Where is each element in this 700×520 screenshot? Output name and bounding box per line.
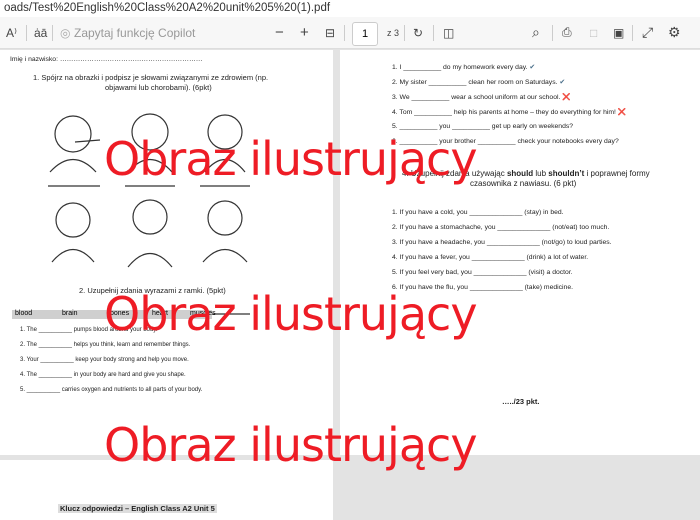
save-as-button[interactable]: ▣ [613, 26, 624, 40]
score-total: …../23 pkt. [502, 397, 540, 406]
read-aloud-button[interactable]: A⁾ [6, 26, 17, 40]
task4-item: 4. If you have a fever, you ____________… [392, 254, 589, 261]
name-line: Imię i nazwisko: ……………………………………………………… [10, 56, 203, 63]
zoom-out-button[interactable]: − [275, 24, 284, 41]
settings-button[interactable]: ⚙ [668, 24, 681, 41]
task3-item: 1. I __________ do my homework every day… [392, 64, 536, 71]
illustration-stomachache [127, 199, 173, 268]
watermark: Obraz ilustrujący [104, 287, 478, 341]
pdf-page-1-left: Imię i nazwisko: ……………………………………………………… 1… [0, 50, 333, 455]
illustration-fever [49, 115, 101, 173]
fullscreen-button[interactable]: ⤢ [642, 24, 653, 41]
word: blood [15, 310, 33, 317]
word: brain [62, 310, 78, 317]
copilot-icon: ◎ [60, 25, 71, 40]
cross-icon: ❌ [617, 109, 627, 116]
copilot-button[interactable]: Zapytaj funkcję Copilot [74, 26, 195, 40]
page-total: z 3 [387, 27, 400, 38]
task4-title-2: czasownika z nawiasu. (6 pkt) [470, 179, 577, 188]
task4-item: 3. If you have a headache, you _________… [392, 239, 612, 246]
task1-title: 1. Spójrz na obrazki i podpisz je słowam… [33, 73, 269, 82]
task1-title-2: objawami lub chorobami). (6pkt) [105, 83, 212, 92]
pdf-page-1-right: 1. I __________ do my homework every day… [340, 50, 700, 455]
task3-item: 3. We __________ wear a school uniform a… [392, 94, 571, 101]
translate-button[interactable]: ȧā [34, 26, 47, 40]
watermark: Obraz ilustrujący [104, 132, 478, 186]
illustration-headache [202, 200, 248, 263]
task3-item: 5. __________ you __________ get up earl… [392, 123, 574, 130]
task2-item: 2. The __________ helps you think, learn… [20, 342, 191, 348]
cross-icon: ❌ [562, 94, 571, 101]
illustration-sneeze [51, 202, 95, 263]
task3-item: 2. My sister __________ clean her room o… [392, 79, 566, 86]
fit-page-button[interactable]: ⊟ [325, 26, 335, 40]
task3-item: 4. Tom __________ help his parents at ho… [392, 109, 627, 116]
check-icon: ✔ [529, 64, 536, 71]
answer-key-title: Klucz odpowiedzi – English Class A2 Unit… [58, 504, 217, 513]
zoom-in-button[interactable]: + [300, 24, 309, 41]
search-button[interactable]: ⌕ [532, 24, 540, 41]
task4-item: 1. If you have a cold, you _____________… [392, 209, 564, 216]
address-bar[interactable]: oads/Test%20English%20Class%20A2%20unit%… [0, 0, 700, 17]
watermark: Obraz ilustrujący [104, 418, 478, 472]
task2-item: 4. The __________ in your body are hard … [20, 372, 186, 378]
rotate-button[interactable]: ↻ [413, 26, 423, 40]
page-view-button[interactable]: ◫ [443, 26, 454, 40]
task4-item: 5. If you feel very bad, you ___________… [392, 269, 573, 276]
save-button[interactable]: □ [590, 26, 597, 40]
pdf-toolbar: A⁾ ȧā ◎ Zapytaj funkcję Copilot − + ⊟ z… [0, 17, 700, 49]
task2-item: 5. __________ carries oxygen and nutrien… [20, 387, 203, 393]
task4-item: 2. If you have a stomachache, you ______… [392, 224, 610, 231]
task2-item: 3. Your __________ keep your body strong… [20, 357, 189, 363]
print-button[interactable]: ⎙ [562, 25, 572, 40]
check-icon: ✔ [559, 79, 566, 86]
page-number-input[interactable]: 1 [352, 22, 378, 46]
